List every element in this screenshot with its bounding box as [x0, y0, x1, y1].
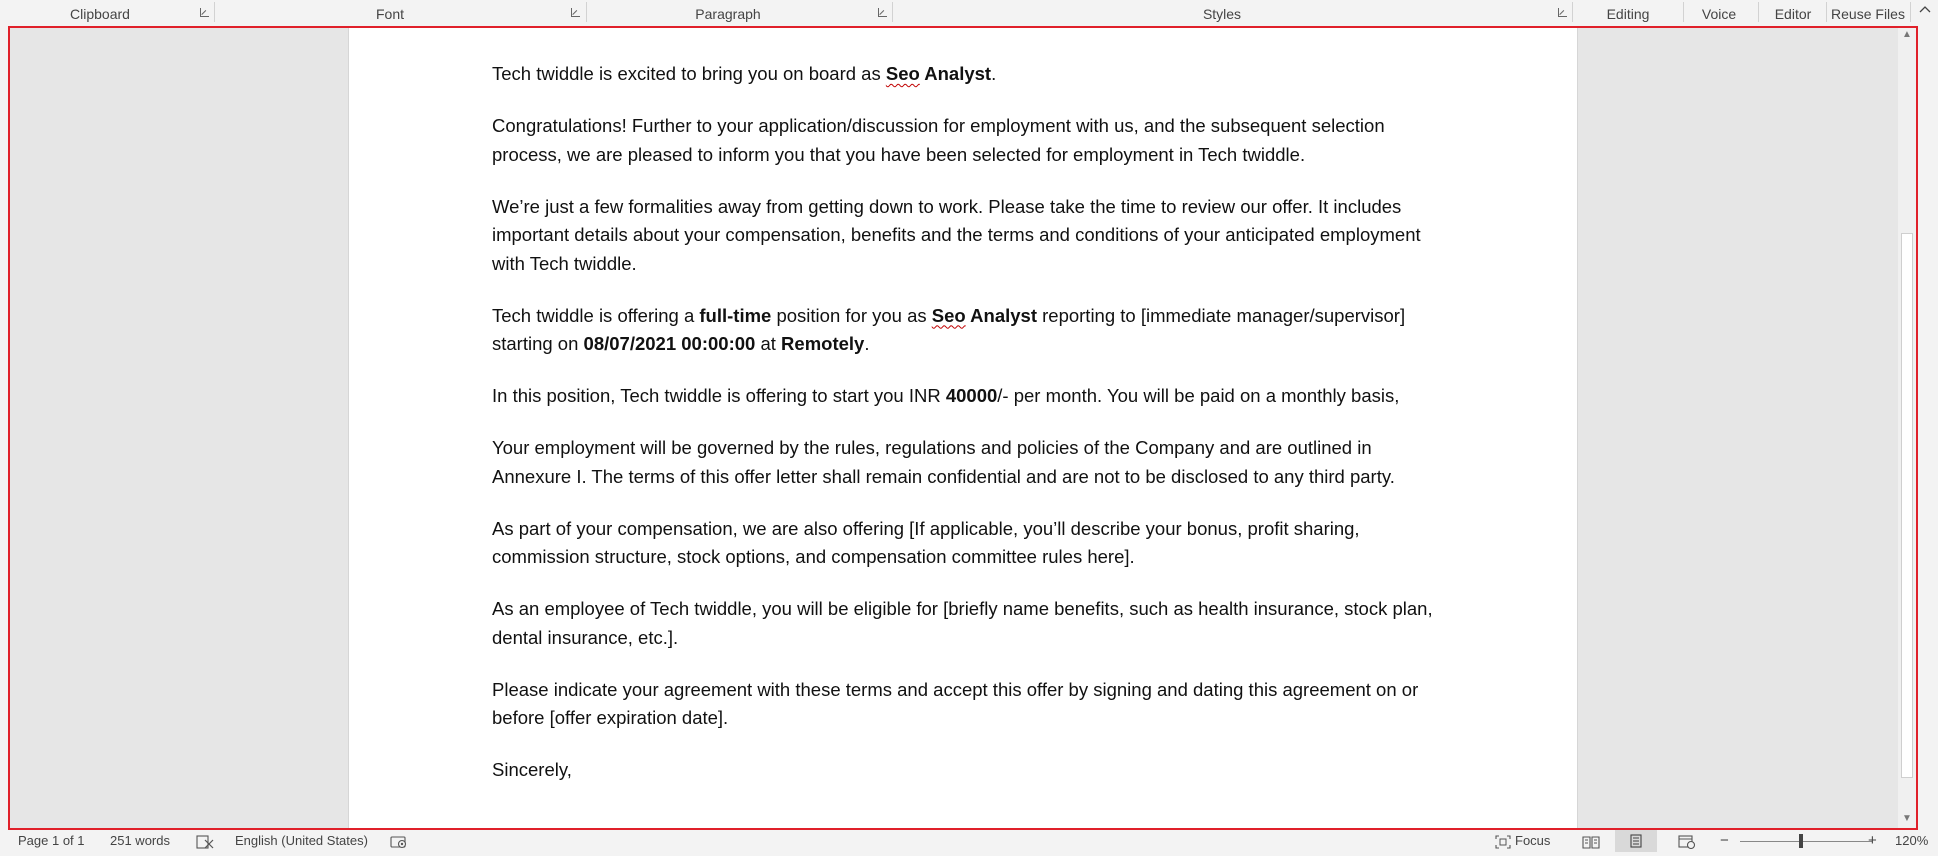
zoom-slider-thumb[interactable] — [1798, 834, 1803, 848]
ribbon-group-paragraph: Paragraph — [695, 6, 761, 22]
work-location: Remotely — [781, 333, 865, 354]
job-title: Seo Analyst — [886, 63, 991, 84]
scroll-thumb[interactable] — [1901, 233, 1913, 778]
document-page[interactable]: Tech twiddle is excited to bring you on … — [348, 26, 1578, 828]
zoom-out-button[interactable]: − — [1720, 830, 1729, 852]
paragraph[interactable]: As part of your compensation, we are als… — [492, 515, 1452, 572]
start-date: 08/07/2021 00:00:00 — [583, 333, 756, 354]
paragraph-dialog-launcher-icon[interactable] — [878, 8, 887, 17]
print-layout-icon — [1630, 834, 1642, 848]
text-run: In this position, Tech twiddle is offeri… — [492, 385, 946, 406]
paragraph[interactable]: Tech twiddle is offering a full-time pos… — [492, 302, 1452, 359]
ribbon-group-styles: Styles — [1202, 6, 1242, 22]
collapse-ribbon-button[interactable] — [1918, 3, 1932, 20]
misspelled-word[interactable]: Seo — [886, 63, 920, 84]
text-run: position for you as — [771, 304, 932, 326]
ribbon-separator — [214, 2, 215, 22]
employment-type: full-time — [699, 304, 772, 326]
print-layout-button[interactable] — [1615, 830, 1657, 852]
read-mode-icon[interactable] — [1582, 834, 1600, 856]
page-count[interactable]: Page 1 of 1 — [18, 830, 85, 852]
paragraph[interactable]: Congratulations! Further to your applica… — [492, 112, 1452, 169]
job-title: Seo Analyst — [932, 305, 1037, 326]
zoom-in-button[interactable]: + — [1868, 830, 1877, 852]
ribbon-separator — [1683, 2, 1684, 22]
vertical-scrollbar[interactable]: ▲ ▼ — [1898, 26, 1916, 828]
zoom-slider-track[interactable] — [1740, 841, 1872, 842]
ribbon-group-reuse-files: Reuse Files — [1831, 6, 1905, 22]
paragraph[interactable]: Tech twiddle is excited to bring you on … — [492, 60, 1452, 89]
paragraph[interactable]: Your employment will be governed by the … — [492, 434, 1452, 491]
text-run: at — [755, 333, 782, 354]
text-run: Tech twiddle is excited to bring you on … — [492, 63, 886, 84]
zoom-level[interactable]: 120% — [1895, 830, 1928, 852]
ribbon-separator — [1826, 2, 1827, 22]
ribbon-separator — [892, 2, 893, 22]
web-layout-icon[interactable] — [1678, 834, 1696, 856]
paragraph[interactable]: We’re just a few formalities away from g… — [492, 193, 1452, 279]
text-run: . — [991, 63, 997, 84]
scroll-down-icon[interactable]: ▼ — [1898, 810, 1916, 828]
text-run: Analyst — [965, 304, 1037, 326]
chevron-up-icon — [1919, 6, 1931, 13]
text-run: Analyst — [919, 63, 992, 84]
language-indicator[interactable]: English (United States) — [235, 830, 368, 852]
paragraph[interactable]: Sincerely, — [492, 756, 1452, 785]
text-run: /- per month. You will be paid on a mont… — [997, 385, 1400, 406]
ribbon-separator — [586, 2, 587, 22]
ribbon-group-editor: Editor — [1774, 6, 1812, 22]
ribbon-group-clipboard: Clipboard — [70, 6, 130, 22]
ribbon-separator — [1572, 2, 1573, 22]
salary-amount: 40000 — [945, 385, 998, 406]
misspelled-word[interactable]: Seo — [932, 305, 966, 326]
word-count[interactable]: 251 words — [110, 830, 170, 852]
paragraph[interactable]: In this position, Tech twiddle is offeri… — [492, 382, 1452, 411]
text-run: Tech twiddle is offering a — [492, 304, 700, 326]
scroll-up-icon[interactable]: ▲ — [1898, 26, 1916, 44]
font-dialog-launcher-icon[interactable] — [571, 8, 580, 17]
accessibility-icon[interactable] — [390, 834, 408, 856]
document-body[interactable]: Tech twiddle is excited to bring you on … — [492, 26, 1452, 808]
status-bar: Page 1 of 1 251 words English (United St… — [0, 830, 1938, 852]
proofing-icon[interactable] — [196, 834, 214, 856]
ribbon-group-labels: Clipboard Font Paragraph Styles Editing … — [0, 0, 1938, 26]
ribbon-group-font: Font — [375, 6, 404, 22]
document-area[interactable]: Tech twiddle is excited to bring you on … — [8, 26, 1916, 828]
ribbon-separator — [1758, 2, 1759, 22]
focus-icon[interactable] — [1495, 834, 1511, 856]
clipboard-dialog-launcher-icon[interactable] — [200, 8, 209, 17]
paragraph[interactable]: As an employee of Tech twiddle, you will… — [492, 595, 1452, 652]
styles-dialog-launcher-icon[interactable] — [1558, 8, 1567, 17]
focus-mode-button[interactable]: Focus — [1515, 830, 1550, 852]
paragraph[interactable]: Please indicate your agreement with thes… — [492, 676, 1452, 733]
text-run: . — [864, 333, 870, 354]
ribbon-group-editing[interactable]: Editing — [1578, 4, 1678, 24]
ribbon-group-voice: Voice — [1701, 6, 1737, 22]
ribbon-separator — [1910, 2, 1911, 22]
